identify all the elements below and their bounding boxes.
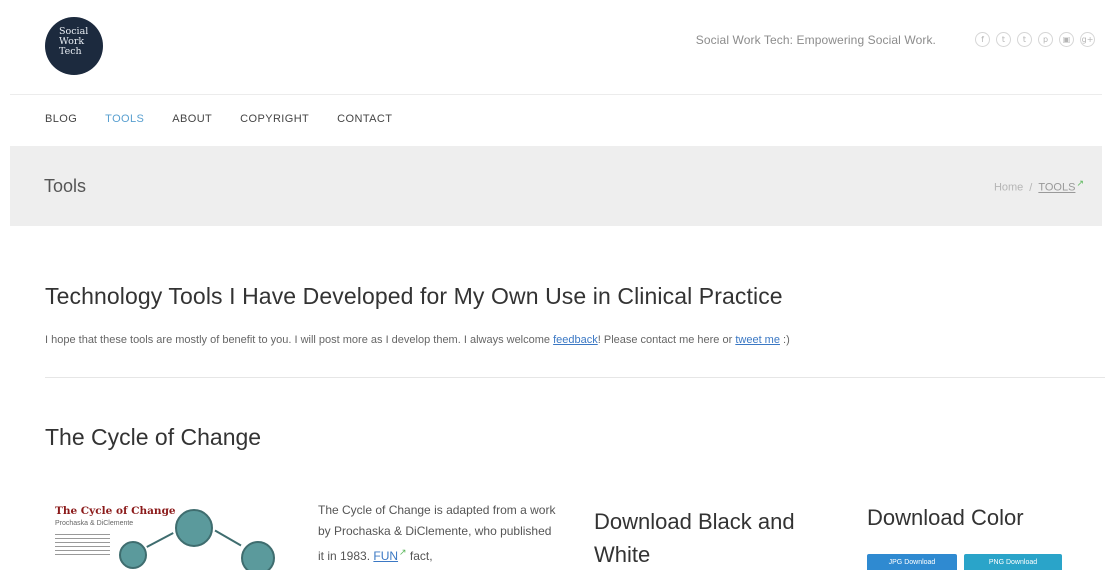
download-bw-heading: Download Black and White [594, 509, 795, 567]
page-title-bar: Tools Home / TOOLS↗ [10, 146, 1102, 226]
main-heading: Technology Tools I Have Developed for My… [45, 283, 783, 309]
tweet-me-link[interactable]: tweet me [735, 334, 780, 346]
fun-fact-link[interactable]: FUN [373, 549, 398, 563]
external-link-icon: ↗ [1076, 178, 1084, 188]
logo-line: Tech [59, 46, 82, 57]
main-nav: BLOG TOOLS ABOUT COPYRIGHT CONTACT [45, 113, 420, 125]
png-download-button[interactable]: PNG Download [964, 554, 1062, 570]
site-tagline: Social Work Tech: Empowering Social Work… [695, 33, 936, 47]
breadcrumb: Home / TOOLS↗ [994, 178, 1084, 194]
thumbnail-text-lines [55, 534, 110, 558]
section-description: The Cycle of Change is adapted from a wo… [318, 500, 558, 567]
thumbnail-stage-circle [119, 541, 147, 569]
nav-item-copyright[interactable]: COPYRIGHT [240, 113, 309, 125]
intro-text-part: I hope that these tools are mostly of be… [45, 334, 554, 346]
thumbnail-arrow [146, 532, 174, 548]
breadcrumb-current[interactable]: TOOLS [1038, 182, 1075, 194]
site-logo[interactable]: Social Work Tech [45, 17, 103, 75]
nav-item-blog[interactable]: BLOG [45, 113, 77, 125]
thumbnail-arrow [214, 529, 242, 547]
intro-text-part: :) [779, 334, 790, 346]
content-divider [45, 377, 1105, 378]
nav-item-tools[interactable]: TOOLS [105, 113, 144, 125]
site-header: Social Work Tech Social Work Tech: Empow… [0, 0, 1112, 95]
external-link-icon: ↗ [399, 547, 407, 557]
description-text: The Cycle of Change is adapted from a wo… [318, 503, 556, 563]
instagram-icon[interactable]: ▣ [1059, 32, 1074, 47]
feedback-link[interactable]: feedback [553, 334, 598, 346]
social-links: f t t p ▣ g+ [975, 32, 1095, 47]
googleplus-icon[interactable]: g+ [1080, 32, 1095, 47]
breadcrumb-separator: / [1029, 181, 1033, 194]
twitter-icon[interactable]: t [996, 32, 1011, 47]
cycle-of-change-thumbnail[interactable]: The Cycle of Change Prochaska & DiClemen… [45, 495, 275, 570]
thumbnail-stage-circle [175, 509, 213, 547]
section-heading: The Cycle of Change [45, 424, 262, 450]
nav-item-about[interactable]: ABOUT [172, 113, 212, 125]
header-divider [10, 94, 1102, 95]
breadcrumb-home[interactable]: Home [994, 182, 1023, 194]
intro-text-part: ! Please contact me here or [597, 334, 736, 346]
page-title: Tools [44, 176, 87, 196]
download-color-heading: Download Color [867, 505, 1024, 530]
facebook-icon[interactable]: f [975, 32, 990, 47]
intro-text: I hope that these tools are mostly of be… [45, 334, 790, 346]
tumblr-icon[interactable]: t [1017, 32, 1032, 47]
nav-item-contact[interactable]: CONTACT [337, 113, 392, 125]
thumbnail-title: The Cycle of Change [55, 505, 176, 517]
thumbnail-stage-circle [241, 541, 275, 570]
jpg-download-button[interactable]: JPG Download [867, 554, 957, 570]
description-text: fact, [406, 549, 433, 563]
thumbnail-subtitle: Prochaska & DiClemente [55, 520, 134, 527]
pinterest-icon[interactable]: p [1038, 32, 1053, 47]
